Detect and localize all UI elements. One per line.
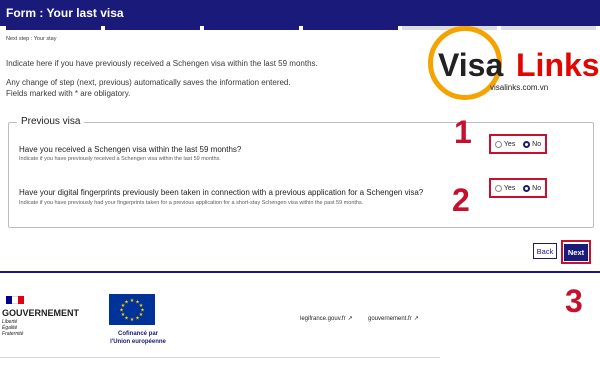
svg-text:★: ★ (130, 298, 135, 304)
step-4 (303, 26, 398, 30)
question-schengen-visa: Have you received a Schengen visa within… (19, 145, 242, 154)
visalinks-logo-visa: Visa (438, 47, 504, 83)
footer-divider (0, 271, 600, 273)
intro-text: Indicate here if you have previously rec… (6, 58, 416, 107)
svg-text:★: ★ (124, 300, 129, 306)
radio-label-no: No (532, 184, 542, 192)
radio-unchecked-icon (494, 184, 502, 192)
visa-form-page: Form : Your last visa Next step : Your s… (0, 0, 600, 375)
progress-stepper (6, 26, 596, 30)
back-button[interactable]: Back (533, 243, 557, 259)
annotation-number-1: 1 (454, 114, 472, 150)
fingerprints-radio-group: Yes No (489, 178, 547, 198)
radio-checked-icon (523, 184, 531, 192)
radio-label-yes: Yes (503, 140, 516, 148)
eu-cofunded-caption: Cofinancé par l'Union européenne (110, 331, 166, 345)
step-6 (501, 26, 596, 30)
hint-fingerprints: Indicate if you have previously had your… (19, 200, 364, 206)
schengen-visa-no-radio[interactable]: No (523, 140, 542, 148)
next-step-label: Next step : Your stay (6, 36, 57, 42)
annotation-number-3: 3 (565, 283, 583, 319)
radio-checked-icon (523, 140, 531, 148)
next-button-highlight: Next (561, 240, 591, 264)
question-fingerprints: Have your digital fingerprints previousl… (19, 188, 424, 197)
schengen-visa-radio-group: Yes No (489, 134, 547, 154)
next-button[interactable]: Next (564, 243, 588, 261)
fingerprints-yes-radio[interactable]: Yes (494, 184, 516, 192)
radio-label-no: No (532, 140, 542, 148)
radio-label-yes: Yes (503, 184, 516, 192)
svg-text:★: ★ (135, 316, 140, 322)
gouvernement-link[interactable]: gouvernement.fr ↗ (368, 315, 419, 322)
annotation-number-2: 2 (452, 182, 470, 218)
intro-line-2: Any change of step (next, previous) auto… (6, 78, 291, 87)
external-link-icon: ↗ (347, 316, 353, 322)
section-legend: Previous visa (17, 116, 85, 127)
step-2 (105, 26, 200, 30)
republic-motto: Liberté Égalité Fraternité (2, 319, 24, 337)
intro-line-3: Fields marked with * are obligatory. (6, 89, 131, 98)
hint-schengen-visa: Indicate if you have previously received… (19, 156, 221, 162)
intro-line-1: Indicate here if you have previously rec… (6, 59, 318, 68)
footer-bottom-divider (0, 357, 440, 358)
french-flag-icon (6, 296, 24, 304)
page-title: Form : Your last visa (6, 6, 124, 20)
step-1 (6, 26, 101, 30)
external-link-icon: ↗ (413, 316, 419, 322)
form-header: Form : Your last visa (0, 0, 600, 26)
visalinks-logo-links: Links (516, 47, 600, 83)
eu-flag-icon: ★ ★★ ★★★ ★★★ ★★★ (109, 294, 155, 325)
fingerprints-no-radio[interactable]: No (523, 184, 542, 192)
schengen-visa-yes-radio[interactable]: Yes (494, 140, 516, 148)
svg-text:★: ★ (130, 317, 135, 323)
radio-unchecked-icon (494, 140, 502, 148)
gouvernement-logo-text: GOUVERNEMENT (2, 308, 80, 318)
step-3 (204, 26, 299, 30)
visalinks-url: visalinks.com.vn (490, 83, 549, 92)
legifrance-link[interactable]: legifrance.gouv.fr ↗ (300, 315, 353, 322)
